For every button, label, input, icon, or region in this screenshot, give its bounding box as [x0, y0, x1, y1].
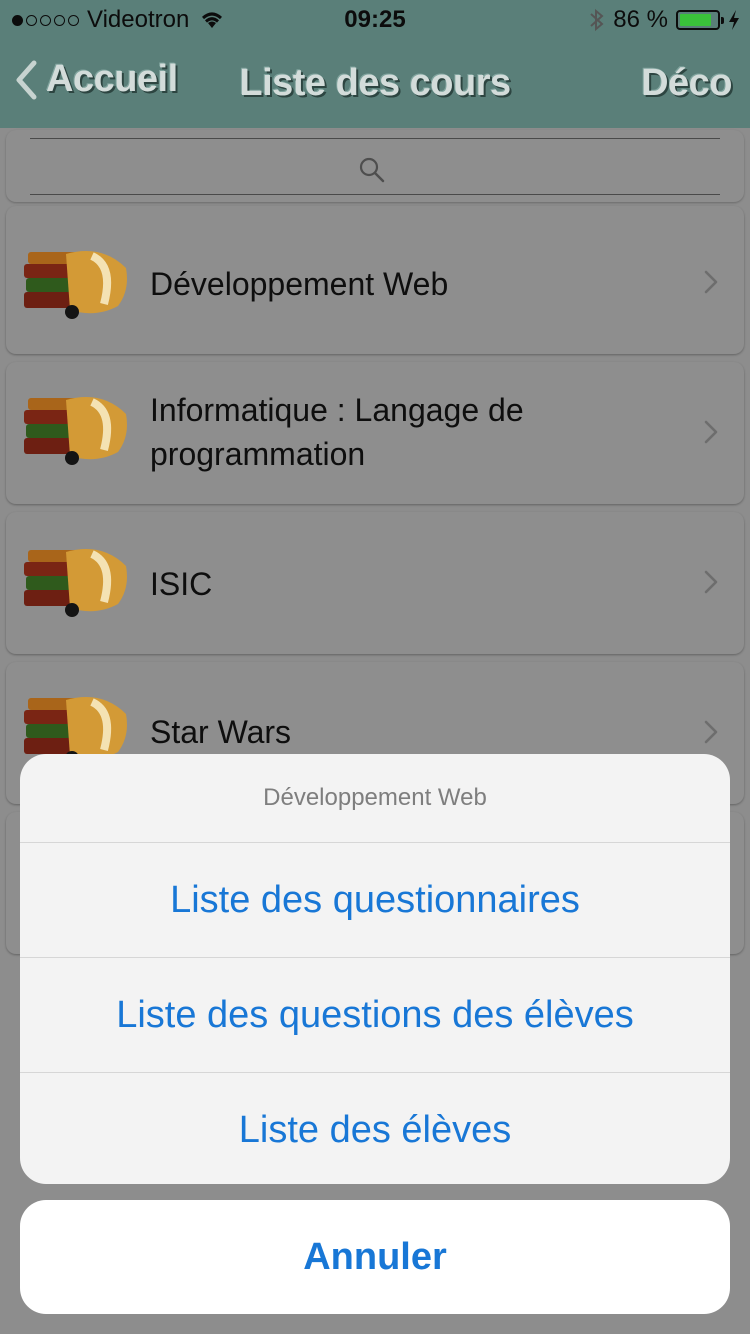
- questionnaires-option[interactable]: Liste des questionnaires: [20, 843, 730, 958]
- action-sheet-title: Développement Web: [20, 754, 730, 843]
- status-right: 86 %: [589, 6, 740, 34]
- course-label: ISIC: [150, 566, 213, 602]
- navigation-bar: Accueil Liste des cours Déco: [0, 40, 750, 128]
- top-bar: Videotron 09:25 86 % Accueil Liste des c…: [0, 0, 750, 128]
- search-bar[interactable]: [6, 130, 744, 202]
- battery-icon: [676, 10, 724, 30]
- students-option[interactable]: Liste des élèves: [20, 1073, 730, 1184]
- student-questions-option[interactable]: Liste des questions des élèves: [20, 958, 730, 1073]
- chevron-right-icon: [704, 270, 718, 294]
- bluetooth-icon: [590, 8, 604, 32]
- books-icon: [24, 251, 127, 319]
- action-sheet: Développement Web Liste des questionnair…: [20, 754, 730, 1184]
- search-divider-bottom: [30, 194, 720, 195]
- cancel-button[interactable]: Annuler: [20, 1200, 730, 1314]
- course-label: Star Wars: [150, 714, 292, 750]
- list-item[interactable]: Développement Web: [6, 206, 744, 354]
- books-icon: [24, 397, 127, 465]
- status-bar: Videotron 09:25 86 %: [0, 0, 750, 40]
- search-divider-top: [30, 138, 720, 139]
- battery-percent: 86 %: [613, 6, 668, 33]
- chevron-right-icon: [704, 570, 718, 594]
- page-title: Liste des cours: [239, 62, 511, 104]
- course-label: Informatique : Langage de programmation: [150, 392, 524, 472]
- books-icon: [24, 549, 127, 617]
- logout-button[interactable]: Déco: [641, 62, 732, 105]
- list-item[interactable]: Informatique : Langage de programmation: [6, 362, 744, 504]
- list-item[interactable]: ISIC: [6, 512, 744, 654]
- course-label: Développement Web: [150, 266, 449, 302]
- charging-icon: [729, 10, 739, 30]
- chevron-right-icon: [704, 720, 718, 744]
- search-icon: [359, 157, 385, 183]
- chevron-right-icon: [704, 420, 718, 444]
